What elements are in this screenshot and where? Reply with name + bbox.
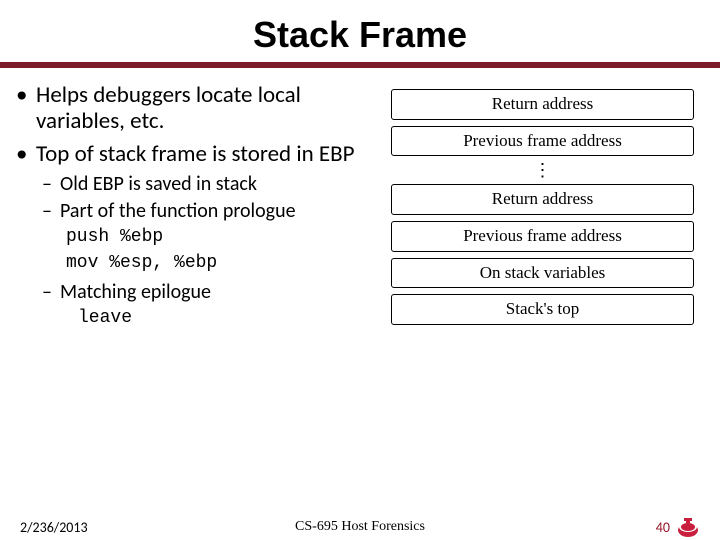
content-area: Helps debuggers locate local variables, … [0, 82, 720, 335]
footer-course: CS-695 Host Forensics [0, 519, 720, 535]
stack-cell: Previous frame address [391, 126, 694, 157]
footer: 2/236/2013 CS-695 Host Forensics 40 [0, 516, 720, 538]
stack-diagram: Return address Previous frame address ⋮ … [379, 82, 706, 335]
bullet-text: Top of stack frame is stored in EBP [36, 140, 355, 168]
bullet-item: Top of stack frame is stored in EBP Old … [36, 141, 375, 329]
stack-cell: Previous frame address [391, 221, 694, 252]
stack-cell: Return address [391, 184, 694, 215]
sub-bullet-item: Matching epilogue leave [60, 281, 375, 330]
footer-right: 40 [656, 516, 700, 538]
stack-cell: Stack's top [391, 294, 694, 325]
stack-cell: Return address [391, 89, 694, 120]
vertical-dots: ⋮ [379, 161, 706, 179]
sub-bullet-list: Matching epilogue leave [60, 281, 375, 330]
bullet-column: Helps debuggers locate local variables, … [14, 82, 379, 335]
title-rule [0, 62, 720, 68]
code-line: mov %esp, %ebp [66, 253, 375, 275]
bullet-list: Helps debuggers locate local variables, … [36, 82, 375, 329]
page-title: Stack Frame [0, 14, 720, 56]
code-line: leave [78, 308, 375, 330]
sub-bullet-list: Old EBP is saved in stack Part of the fu… [60, 173, 375, 223]
logo-icon [676, 516, 700, 538]
page-number: 40 [656, 519, 670, 536]
sub-bullet-item: Old EBP is saved in stack [60, 173, 375, 196]
sub-bullet-text: Matching epilogue [60, 280, 211, 304]
stack-cell: On stack variables [391, 258, 694, 289]
sub-bullet-item: Part of the function prologue [60, 200, 375, 223]
code-line: push %ebp [66, 227, 375, 249]
bullet-item: Helps debuggers locate local variables, … [36, 82, 375, 135]
slide: Stack Frame Helps debuggers locate local… [0, 14, 720, 540]
